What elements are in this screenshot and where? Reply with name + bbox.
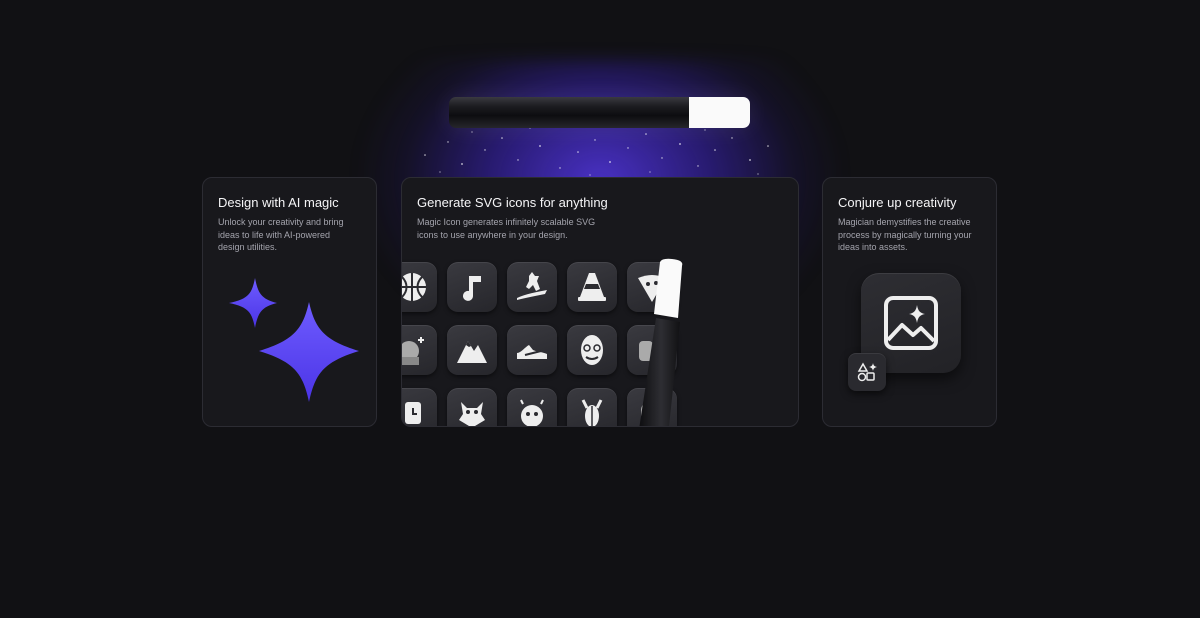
sneaker-icon bbox=[507, 325, 557, 375]
magic-wand-icon bbox=[639, 258, 683, 426]
card-title: Design with AI magic bbox=[218, 195, 339, 210]
surfing-dog-icon bbox=[507, 262, 557, 312]
card-description: Unlock your creativity and bring ideas t… bbox=[218, 217, 344, 252]
wand-body bbox=[449, 97, 689, 128]
traffic-cone-icon bbox=[567, 262, 617, 312]
ringo-face-icon bbox=[567, 325, 617, 375]
mountains-icon bbox=[447, 325, 497, 375]
fortune-teller-icon bbox=[507, 388, 557, 426]
basketball-icon bbox=[402, 262, 437, 312]
card-title: Conjure up creativity bbox=[838, 195, 957, 210]
card-conjure-creativity: Conjure up creativity Magician demystifi… bbox=[822, 177, 997, 427]
wizard-icon bbox=[402, 325, 437, 375]
sparkles-icon bbox=[229, 278, 359, 402]
card-generate-svg-icons: Generate SVG icons for anything Magic Ic… bbox=[401, 177, 799, 427]
lobster-icon bbox=[567, 388, 617, 426]
card-title: Generate SVG icons for anything bbox=[417, 195, 608, 210]
music-note-icon bbox=[447, 262, 497, 312]
magic-wand-icon bbox=[449, 97, 750, 128]
wand-tip bbox=[689, 97, 750, 128]
star-particles bbox=[424, 127, 769, 176]
card-description: Magic Icon generates infinitely scalable… bbox=[417, 217, 596, 240]
card-design-ai-magic: Design with AI magic Unlock your creativ… bbox=[202, 177, 377, 427]
card-description: Magician demystifies the creative proces… bbox=[838, 217, 972, 252]
clock-icon bbox=[402, 388, 437, 426]
dragon-icon bbox=[447, 388, 497, 426]
shapes-sparkle-icon bbox=[848, 353, 886, 391]
